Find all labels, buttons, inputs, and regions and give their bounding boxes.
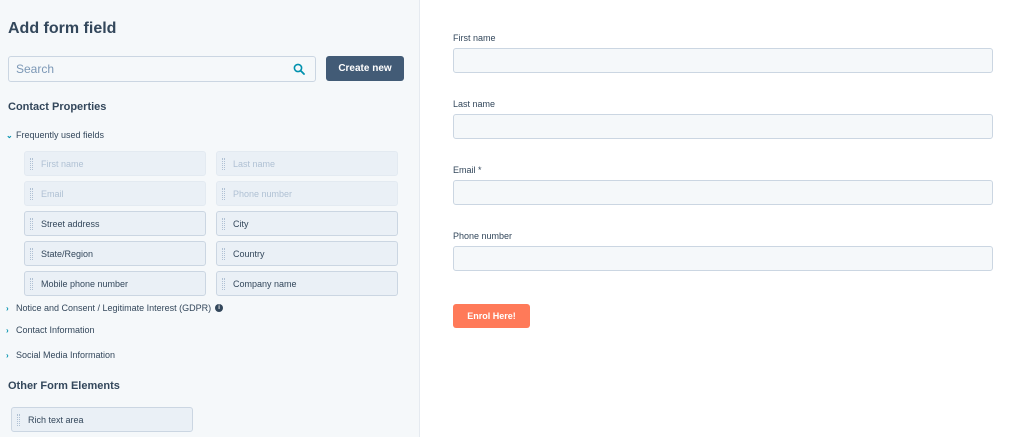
group-label: Notice and Consent / Legitimate Interest… <box>16 303 212 313</box>
drag-handle-icon[interactable] <box>30 248 33 260</box>
panel-title: Add form field <box>8 20 117 37</box>
email-label: Email * <box>453 165 482 175</box>
drag-handle-icon[interactable] <box>222 218 225 230</box>
drag-handle-icon <box>30 158 33 170</box>
search-input[interactable] <box>9 57 279 81</box>
field-chip-label: City <box>233 218 249 229</box>
field-chip-city[interactable]: City <box>216 211 398 236</box>
email-field[interactable] <box>453 180 993 205</box>
drag-handle-icon[interactable] <box>30 278 33 290</box>
first-name-label: First name <box>453 33 496 43</box>
group-gdpr-toggle[interactable]: › Notice and Consent / Legitimate Intere… <box>6 303 224 313</box>
group-label: Social Media Information <box>16 350 116 360</box>
field-chip-label: First name <box>41 158 84 169</box>
field-chip-street-address[interactable]: Street address <box>24 211 206 236</box>
other-form-elements-heading: Other Form Elements <box>8 380 120 392</box>
create-new-button[interactable]: Create new <box>326 56 404 81</box>
search-box[interactable] <box>8 56 316 82</box>
last-name-field[interactable] <box>453 114 993 139</box>
drag-handle-icon <box>222 158 225 170</box>
group-contact-information-toggle[interactable]: › Contact Information <box>6 325 95 335</box>
phone-number-field[interactable] <box>453 246 993 271</box>
last-name-label: Last name <box>453 99 496 109</box>
drag-handle-icon <box>222 188 225 200</box>
field-chip-first-name: First name <box>24 151 206 176</box>
field-chip-mobile-phone-number[interactable]: Mobile phone number <box>24 271 206 296</box>
drag-handle-icon[interactable] <box>222 278 225 290</box>
first-name-field[interactable] <box>453 48 993 73</box>
drag-handle-icon[interactable] <box>222 248 225 260</box>
info-icon[interactable]: i <box>215 304 224 312</box>
field-chip-label: Mobile phone number <box>41 278 129 289</box>
drag-handle-icon[interactable] <box>17 414 20 426</box>
field-chip-company-name[interactable]: Company name <box>216 271 398 296</box>
add-form-field-panel: Add form field Create new Contact Proper… <box>0 0 420 437</box>
group-label: Contact Information <box>16 325 95 335</box>
enrol-submit-button[interactable]: Enrol Here! <box>453 304 530 328</box>
drag-handle-icon <box>30 188 33 200</box>
group-label: Frequently used fields <box>16 130 105 140</box>
field-chip-label: Email <box>41 188 64 199</box>
field-chip-last-name: Last name <box>216 151 398 176</box>
field-chip-rich-text-area[interactable]: Rich text area <box>11 407 193 432</box>
phone-number-label: Phone number <box>453 231 513 241</box>
frequently-used-fields-toggle[interactable]: ⌄ Frequently used fields <box>6 130 104 140</box>
chevron-right-icon: › <box>6 325 9 335</box>
search-icon[interactable] <box>293 63 305 75</box>
field-chip-label: Company name <box>233 278 297 289</box>
drag-handle-icon[interactable] <box>30 218 33 230</box>
contact-properties-heading: Contact Properties <box>8 101 107 113</box>
field-chip-label: Rich text area <box>28 414 84 425</box>
field-chip-label: Last name <box>233 158 276 169</box>
field-chip-label: Country <box>233 248 265 259</box>
field-chip-label: Street address <box>41 218 100 229</box>
field-chip-label: Phone number <box>233 188 293 199</box>
chevron-right-icon: › <box>6 303 9 313</box>
field-chip-phone-number: Phone number <box>216 181 398 206</box>
chevron-down-icon: ⌄ <box>6 130 13 140</box>
field-chip-email: Email <box>24 181 206 206</box>
group-social-media-information-toggle[interactable]: › Social Media Information <box>6 350 115 360</box>
field-chip-label: State/Region <box>41 248 94 259</box>
chevron-right-icon: › <box>6 350 9 360</box>
field-chip-state-region[interactable]: State/Region <box>24 241 206 266</box>
field-chip-country[interactable]: Country <box>216 241 398 266</box>
